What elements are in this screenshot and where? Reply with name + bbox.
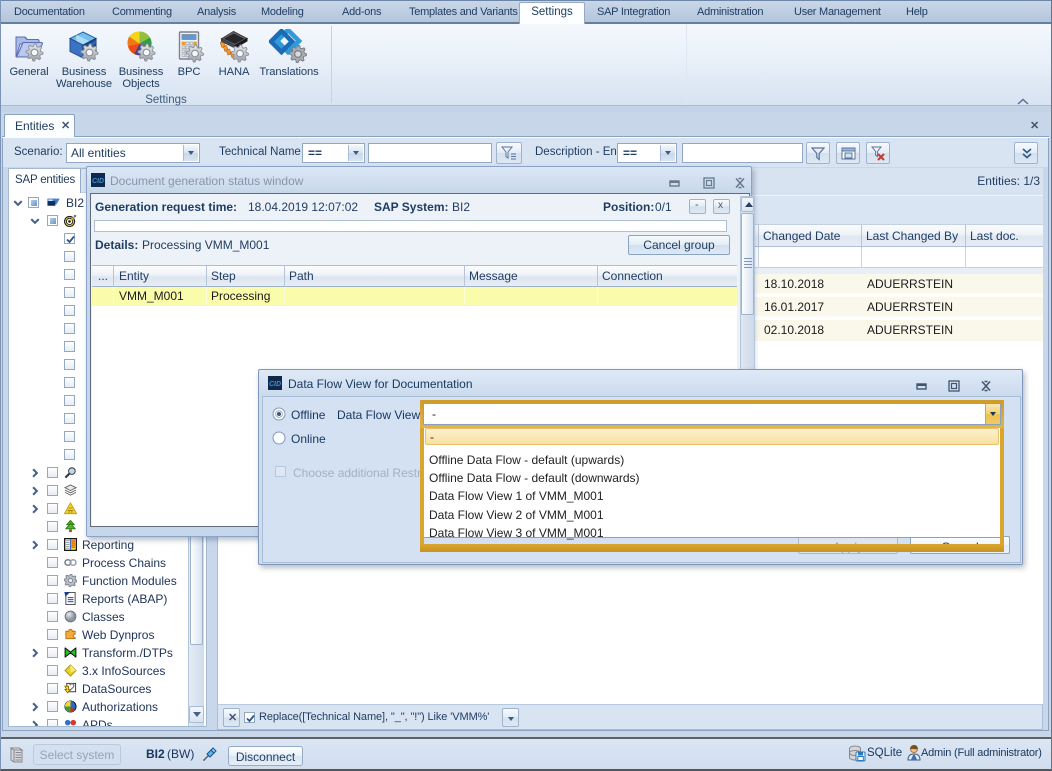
svg-text:CID: CID bbox=[269, 381, 281, 388]
svg-text:CID: CID bbox=[92, 178, 104, 185]
